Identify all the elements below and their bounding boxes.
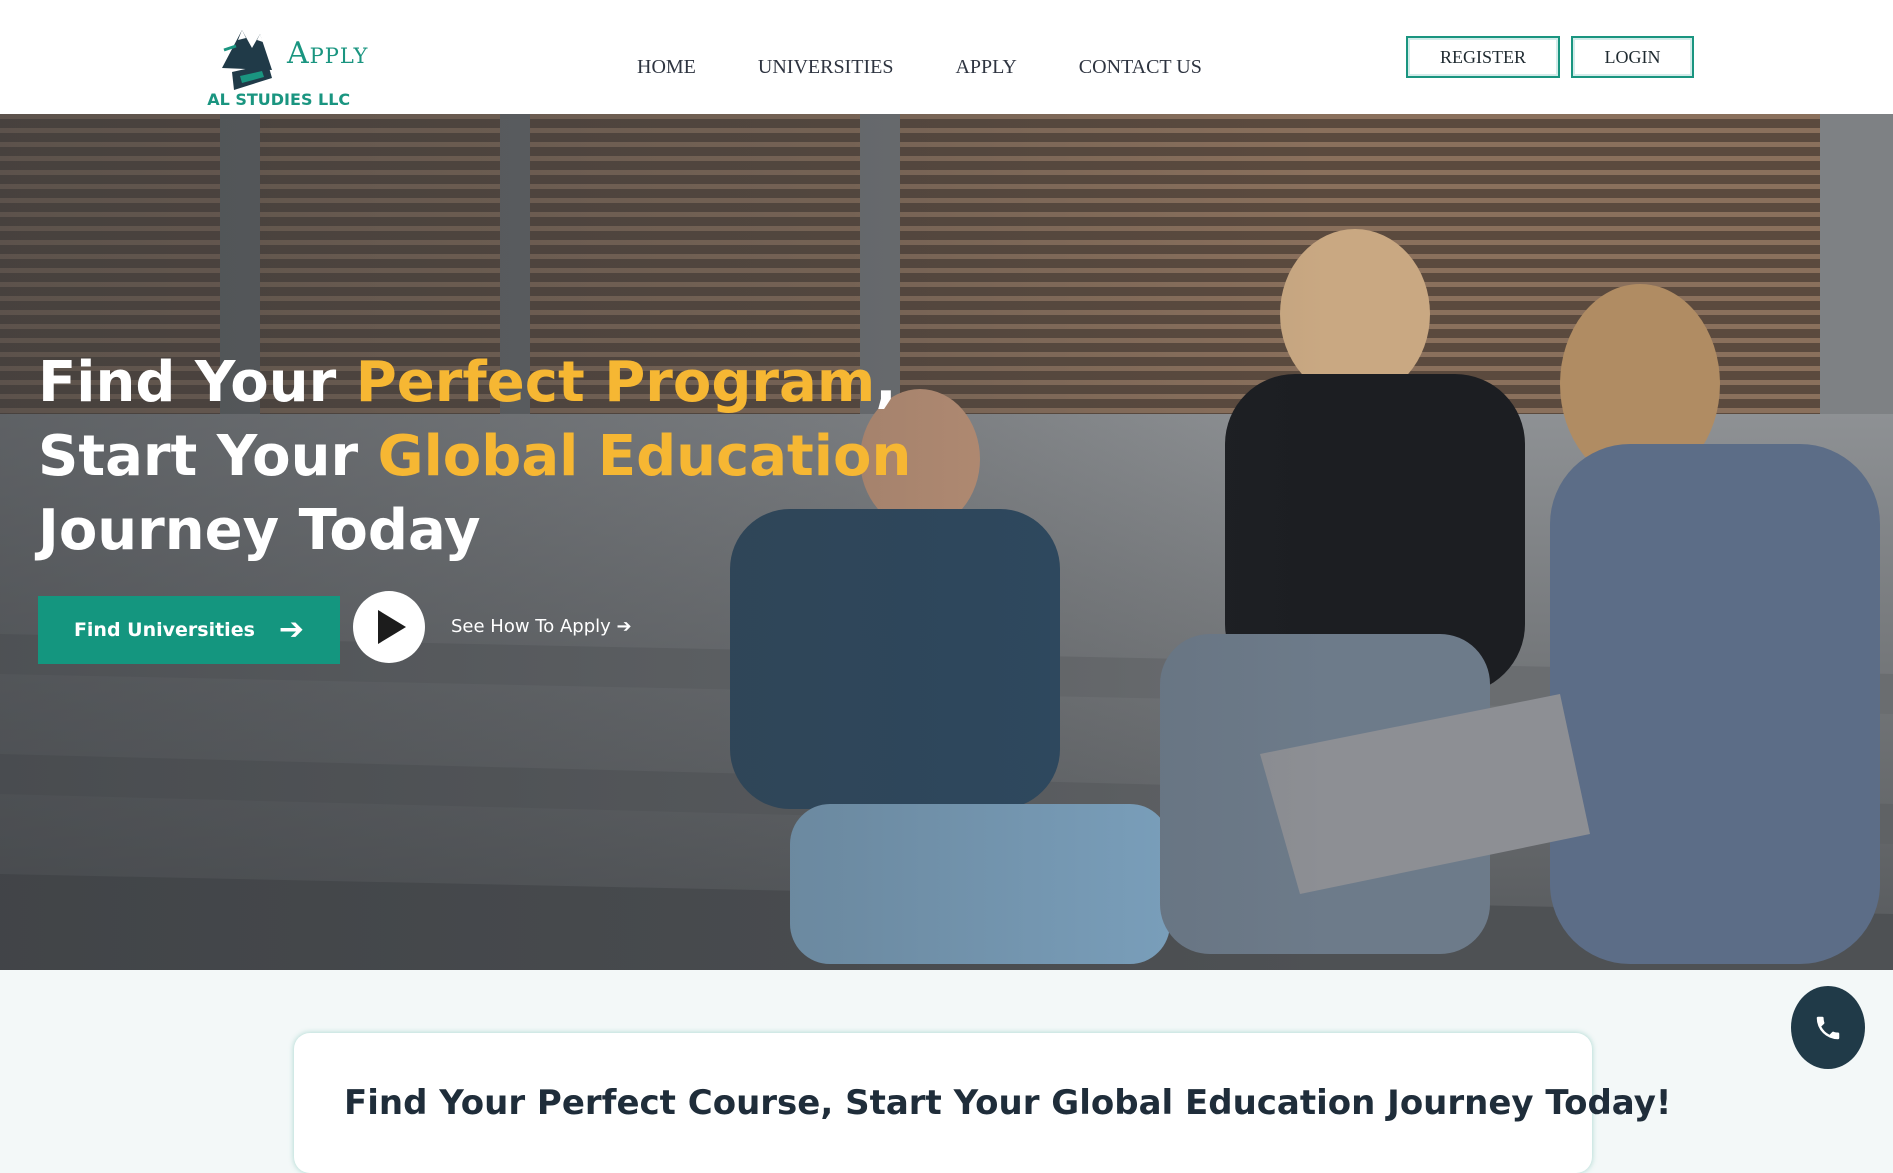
hero-title: Find Your Perfect Program, Start Your Gl…	[38, 346, 978, 568]
find-universities-label: Find Universities	[73, 619, 255, 641]
register-button[interactable]: REGISTER	[1406, 36, 1560, 78]
see-how-label: See How To Apply	[451, 616, 611, 637]
hero-section: Find Your Perfect Program, Start Your Gl…	[0, 114, 1893, 970]
course-search-card: Find Your Perfect Course, Start Your Glo…	[294, 1033, 1671, 1173]
nav-contact-us[interactable]: CONTACT US	[1079, 56, 1202, 79]
phone-icon	[1816, 1016, 1840, 1039]
find-universities-button[interactable]: Find Universities ➔	[38, 596, 340, 664]
login-button[interactable]: LOGIN	[1571, 36, 1694, 78]
main-nav: HOME UNIVERSITIES APPLY CONTACT US	[637, 56, 1264, 79]
logo-wordmark: Apply	[287, 36, 369, 71]
card-title: Find Your Perfect Course, Start Your Glo…	[344, 1083, 1672, 1123]
nav-home[interactable]: HOME	[637, 56, 696, 79]
play-icon	[378, 610, 406, 644]
call-button[interactable]	[1791, 986, 1865, 1069]
logo-subtitle: BAL STUDIES LLC	[207, 90, 351, 109]
site-logo[interactable]: Apply BAL STUDIES LLC	[207, 20, 397, 112]
arrow-right-icon: ➔	[616, 616, 632, 637]
see-how-to-apply-link[interactable]: See How To Apply ➔	[451, 616, 632, 637]
hero-title-highlight: Global Education	[377, 424, 912, 489]
hero-title-part: Find Your	[38, 350, 356, 415]
hero-title-highlight: Perfect Program	[355, 350, 876, 415]
play-video-button[interactable]	[353, 591, 425, 663]
nav-universities[interactable]: UNIVERSITIES	[758, 56, 894, 79]
hero-title-part: Journey Today	[38, 498, 481, 563]
logo-mountain-laptop-icon	[222, 30, 272, 90]
arrow-right-icon: ➔	[278, 612, 305, 647]
site-header: Apply BAL STUDIES LLC HOME UNIVERSITIES …	[0, 0, 1893, 114]
nav-apply[interactable]: APPLY	[955, 56, 1016, 79]
